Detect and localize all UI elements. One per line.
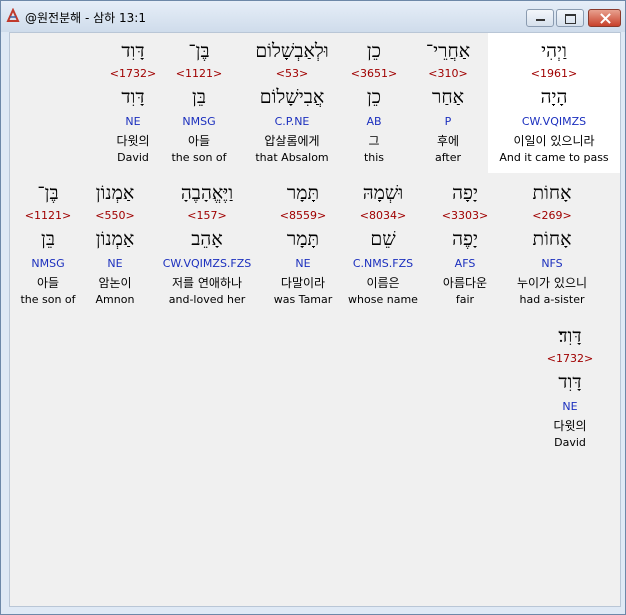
english-gloss: David xyxy=(117,151,149,164)
hebrew-word: בֶּן־ xyxy=(37,182,59,204)
lemma-word: דָּוִד xyxy=(558,371,582,393)
minimize-button[interactable] xyxy=(526,9,554,27)
window-title: @원전분해 - 삼하 13:1 xyxy=(25,11,146,25)
korean-gloss: 아들 xyxy=(36,276,60,290)
morph-code: NE xyxy=(562,400,578,413)
morph-code: NE xyxy=(125,115,141,128)
english-gloss: the son of xyxy=(20,293,76,306)
strong-number: <1732> xyxy=(109,67,157,80)
korean-gloss: 다윗의 xyxy=(553,419,587,433)
app-window: @원전분해 - 삼하 13:1 וַיְהִי <1961> הָיָה CW.VQI… xyxy=(0,0,626,615)
close-icon xyxy=(600,13,611,24)
title-bar[interactable]: @원전분해 - 삼하 13:1 xyxy=(1,1,625,32)
english-gloss: David xyxy=(554,436,586,449)
maximize-button[interactable] xyxy=(556,9,584,27)
minimize-icon xyxy=(536,19,545,21)
korean-gloss: 다윗의 xyxy=(116,134,150,148)
close-button[interactable] xyxy=(588,9,621,27)
app-logo-icon xyxy=(6,8,20,22)
morph-code: NMSG xyxy=(31,257,65,270)
strong-number: <1121> xyxy=(24,209,72,222)
lemma-word: בֵּן xyxy=(41,228,55,250)
strong-number: <1732> xyxy=(546,352,594,365)
hebrew-word: דָּוִד xyxy=(121,40,145,62)
analysis-panel: וַיְהִי <1961> הָיָה CW.VQIMZS 이일이 있으니라 And i… xyxy=(9,32,621,607)
maximize-icon xyxy=(565,14,576,24)
lemma-word: דָּוִד xyxy=(121,86,145,108)
hebrew-word: דָּוִד׃ xyxy=(558,325,582,347)
